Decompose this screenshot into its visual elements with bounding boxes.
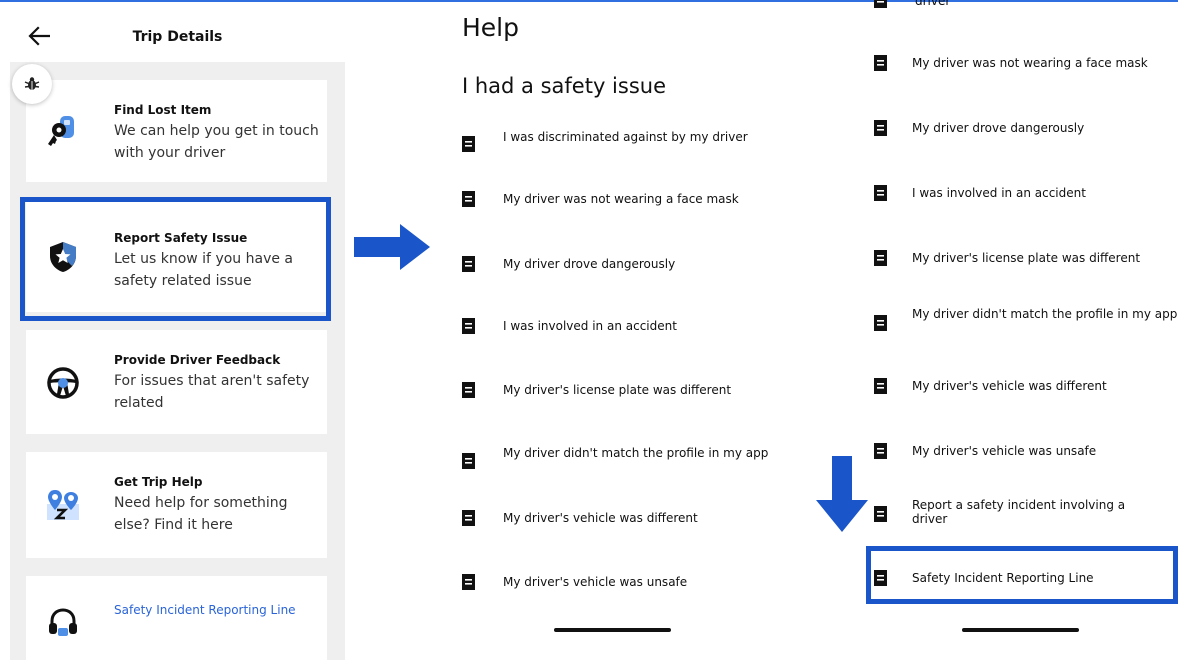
- document-icon: [874, 0, 887, 8]
- card-description: Need help for something else? Find it he…: [114, 495, 288, 533]
- list-item-label: My driver was not wearing a face mask: [912, 56, 1148, 70]
- list-item-label: My driver's vehicle was different: [912, 379, 1107, 393]
- card-description: For issues that aren't safety related: [114, 373, 310, 411]
- list-item-label: I was involved in an accident: [912, 186, 1086, 200]
- card-description: We can help you get in touch with your d…: [114, 123, 319, 161]
- document-icon: [462, 136, 475, 152]
- document-icon: [874, 443, 887, 459]
- document-icon: [874, 378, 887, 394]
- document-icon: [462, 574, 475, 590]
- list-item-label: My driver didn't match the profile in my…: [912, 307, 1178, 321]
- help-screen-scrolled: driver My driver was not wearing a face …: [860, 0, 1178, 660]
- card-title: Get Trip Help: [114, 475, 203, 489]
- help-screen: Help I had a safety issue I was discrimi…: [440, 2, 800, 660]
- document-icon: [462, 191, 475, 207]
- card-title-link[interactable]: Safety Incident Reporting Line: [114, 602, 319, 619]
- headset-icon: [49, 608, 77, 636]
- list-item-label: My driver's license plate was different: [912, 251, 1141, 265]
- document-icon: [874, 570, 887, 586]
- keys-icon: [48, 116, 74, 146]
- list-item-label: My driver's vehicle was unsafe: [503, 575, 688, 589]
- section-heading: I had a safety issue: [462, 74, 667, 98]
- document-icon: [874, 250, 887, 266]
- list-item-label: I was discriminated against by my driver: [503, 130, 748, 144]
- find-lost-item-card[interactable]: Find Lost Item We can help you get in to…: [26, 80, 327, 182]
- document-icon: [462, 318, 475, 334]
- provide-driver-feedback-card[interactable]: Provide Driver Feedback For issues that …: [26, 330, 327, 434]
- document-icon: [874, 506, 887, 522]
- shield-star-icon: [50, 242, 76, 272]
- card-title: Find Lost Item: [114, 103, 212, 117]
- card-title: Provide Driver Feedback: [114, 353, 281, 367]
- get-trip-help-card[interactable]: Get Trip Help Need help for something el…: [26, 452, 327, 558]
- home-indicator[interactable]: [962, 628, 1079, 632]
- document-icon: [874, 55, 887, 71]
- document-icon: [462, 256, 475, 272]
- trip-details-header: Trip Details: [0, 2, 345, 62]
- report-safety-issue-card[interactable]: Report Safety Issue Let us know if you h…: [26, 200, 327, 312]
- arrow-right-icon: [354, 224, 430, 270]
- list-item-label: Safety Incident Reporting Line: [912, 571, 1094, 585]
- card-description: Let us know if you have a safety related…: [114, 251, 293, 289]
- document-icon: [874, 120, 887, 136]
- card-title: Report Safety Issue: [114, 231, 248, 245]
- bug-report-button[interactable]: [12, 64, 52, 104]
- page-title: Trip Details: [132, 29, 223, 45]
- list-item-label: My driver drove dangerously: [912, 121, 1085, 135]
- document-icon: [462, 382, 475, 398]
- steering-wheel-icon: [47, 367, 79, 399]
- map-pins-icon: [47, 490, 79, 520]
- home-indicator[interactable]: [554, 628, 671, 632]
- list-item-label: driver: [915, 0, 951, 8]
- document-icon: [874, 315, 887, 331]
- page-title: Help: [462, 13, 519, 42]
- document-icon: [462, 453, 475, 469]
- list-item-label: My driver drove dangerously: [503, 257, 676, 271]
- list-item-label: My driver was not wearing a face mask: [503, 192, 739, 206]
- list-item-label: I was involved in an accident: [503, 319, 677, 333]
- safety-incident-reporting-line-card[interactable]: Safety Incident Reporting Line: [26, 576, 327, 660]
- list-item-label: My driver's vehicle was different: [503, 511, 698, 525]
- list-item-label: Report a safety incident involving a dri…: [912, 498, 1126, 526]
- document-icon: [462, 510, 475, 526]
- list-item-label: My driver's vehicle was unsafe: [912, 444, 1097, 458]
- bug-icon: [24, 77, 40, 90]
- document-icon: [874, 185, 887, 201]
- list-item-label: My driver didn't match the profile in my…: [503, 446, 769, 460]
- list-item-label: My driver's license plate was different: [503, 383, 732, 397]
